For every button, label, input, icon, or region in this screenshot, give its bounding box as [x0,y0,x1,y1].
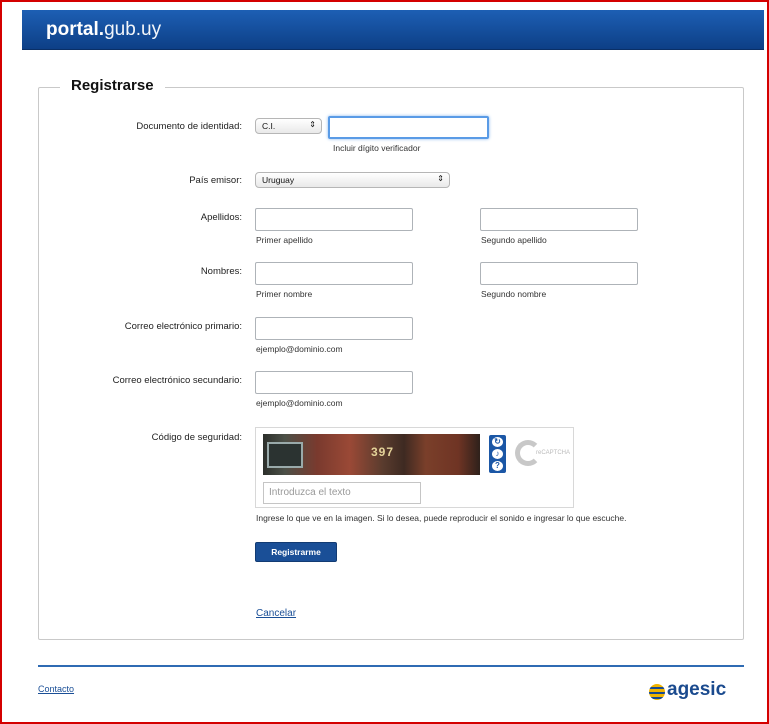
correo-primario-label: Correo electrónico primario: [124,321,242,332]
footer-divider [38,665,744,667]
documento-input[interactable] [328,116,489,139]
nombres-label: Nombres: [200,266,242,277]
primer-nombre-hint: Primer nombre [256,289,313,299]
correo-primario-hint: ejemplo@dominio.com [256,344,343,354]
correo-secundario-hint: ejemplo@dominio.com [256,398,343,408]
pais-label: País emisor: [189,175,242,186]
segundo-apellido-input[interactable] [480,208,638,231]
logo-bold-text: portal. [46,19,105,40]
refresh-icon[interactable]: ↻ [492,437,503,447]
captcha-controls: ↻ ♪ ? [489,435,506,473]
captcha-input[interactable]: Introduzca el texto [263,482,421,504]
contacto-link[interactable]: Contacto [38,684,74,694]
documento-hint: Incluir dígito verificador [333,143,421,153]
document-type-value: C.I. [262,121,276,131]
agesic-logo-icon [649,684,665,700]
portal-logo[interactable]: portal.gub.uy [46,19,161,41]
correo-primario-input[interactable] [255,317,413,340]
primer-apellido-hint: Primer apellido [256,235,313,245]
help-icon[interactable]: ? [492,461,503,471]
captcha-label: Código de seguridad: [151,432,242,443]
document-type-select[interactable]: C.I. ⇕ [255,118,322,134]
pais-value: Uruguay [262,175,295,185]
form-title: Registrarse [60,77,165,94]
cancelar-link[interactable]: Cancelar [256,608,296,619]
apellidos-label: Apellidos: [200,212,242,223]
captcha-instructions: Ingrese lo que ve en la imagen. Si lo de… [256,513,627,523]
captcha-image-text: 397 [371,445,395,459]
segundo-nombre-hint: Segundo nombre [481,289,547,299]
recaptcha-logo-icon: reCAPTCHA [515,440,575,468]
captcha-image: 397 [263,434,480,475]
correo-secundario-input[interactable] [255,371,413,394]
captcha-widget: 397 ↻ ♪ ? reCAPTCHA Introduzca el texto [255,427,574,508]
registrarme-button[interactable]: Registrarme [255,542,337,562]
pais-select[interactable]: Uruguay ⇕ [255,172,450,188]
audio-icon[interactable]: ♪ [492,449,503,459]
primer-apellido-input[interactable] [255,208,413,231]
primer-nombre-input[interactable] [255,262,413,285]
registration-fieldset [38,87,744,640]
captcha-window-shape [267,442,303,468]
agesic-logo-text[interactable]: agesic [667,679,726,701]
correo-secundario-label: Correo electrónico secundario: [112,375,242,386]
documento-label: Documento de identidad: [136,121,242,132]
select-arrows-icon: ⇕ [309,120,316,129]
select-arrows-icon: ⇕ [437,174,444,183]
logo-domain-text: gub.uy [104,19,162,40]
segundo-nombre-input[interactable] [480,262,638,285]
site-header: portal.gub.uy [22,10,764,50]
segundo-apellido-hint: Segundo apellido [481,235,547,245]
